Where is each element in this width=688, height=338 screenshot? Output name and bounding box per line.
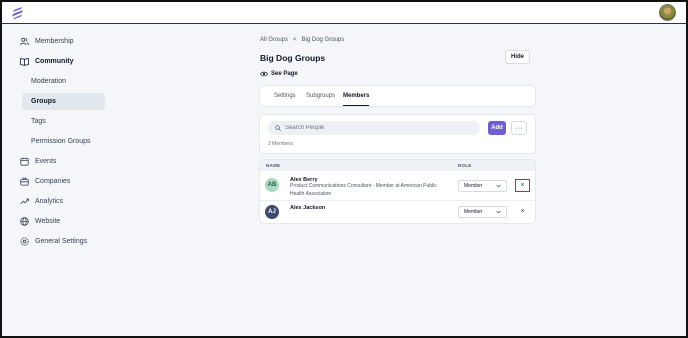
search-icon [275,125,281,131]
add-member-button[interactable]: Add [488,121,506,135]
sidebar-item-analytics[interactable]: Analytics [20,193,63,210]
sidebar-item-groups[interactable]: Groups [22,93,105,110]
remove-member-button[interactable]: × [515,205,530,218]
sidebar-item-label: Website [35,218,61,225]
tabs-bar: Settings Subgroups Members [260,86,535,106]
member-name[interactable]: Alex Jackson [290,205,325,211]
breadcrumb-current[interactable]: Big Dog Groups [302,37,345,43]
see-page-link[interactable]: See Page [260,71,298,77]
sidebar: Membership Community Moderation Groups T… [2,25,114,338]
users-icon [20,37,29,46]
table-row: AB Alex Berry Product Communications Con… [260,171,535,200]
avatar: AB [265,178,279,192]
sidebar-item-label: Companies [35,178,71,185]
top-bar [2,2,686,24]
sidebar-item-label: Moderation [31,78,67,85]
tab-subgroups[interactable]: Subgroups [306,86,335,106]
table-header: NAME ROLE [260,160,535,171]
role-select[interactable]: Member [458,180,507,192]
close-icon: × [520,182,525,189]
sidebar-item-label: Membership [35,38,74,45]
calendar-icon [20,157,29,166]
members-panel: Add ··· 2 Members [260,115,535,153]
role-value: Member [464,209,483,215]
sidebar-item-general-settings[interactable]: General Settings [20,233,87,250]
sidebar-item-label: Events [35,158,57,165]
sidebar-item-community[interactable]: Community [20,53,74,70]
sidebar-item-label: Groups [31,98,56,105]
sidebar-item-membership[interactable]: Membership [20,33,74,50]
member-description: Product Communications Consultant - Memb… [290,183,437,197]
sidebar-item-events[interactable]: Events [20,153,56,170]
app-logo-icon[interactable] [11,6,25,20]
chevron-down-icon [496,184,501,188]
column-header-name: NAME [266,163,281,168]
sidebar-item-label: General Settings [35,238,88,245]
chevron-down-icon [496,210,501,214]
tab-settings[interactable]: Settings [274,86,296,106]
breadcrumb-separator: < [293,37,297,43]
breadcrumb: All Groups < Big Dog Groups [260,37,344,43]
tab-members[interactable]: Members [343,86,370,106]
sidebar-item-label: Permission Groups [31,138,91,145]
sidebar-item-tags[interactable]: Tags [22,113,105,130]
more-options-button[interactable]: ··· [511,121,527,135]
app-frame: Membership Community Moderation Groups T… [0,0,688,338]
sidebar-item-companies[interactable]: Companies [20,173,70,190]
user-avatar[interactable] [659,4,676,21]
hide-button[interactable]: Hide [505,50,530,64]
table-row: AJ Alex Jackson Member × [260,200,535,223]
member-count: 2 Members [268,141,294,147]
sidebar-item-website[interactable]: Website [20,213,60,230]
role-select[interactable]: Member [458,206,507,218]
book-icon [20,57,29,66]
eye-icon [260,71,268,77]
close-icon: × [520,208,525,215]
sidebar-item-moderation[interactable]: Moderation [22,73,105,90]
breadcrumb-link-all-groups[interactable]: All Groups [260,37,288,43]
globe-icon [20,217,29,226]
briefcase-icon [20,177,29,186]
remove-member-button[interactable]: × [515,179,530,192]
trend-chart-icon [20,197,29,206]
page-title: Big Dog Groups [260,53,326,63]
avatar: AJ [265,205,279,219]
search-input[interactable] [285,125,465,131]
column-header-role: ROLE [458,163,472,168]
search-field[interactable] [268,121,480,135]
members-table: NAME ROLE AB Alex Berry Product Communic… [260,160,535,223]
see-page-label: See Page [271,71,298,77]
sidebar-item-permission-groups[interactable]: Permission Groups [22,133,105,150]
gear-icon [20,237,29,246]
sidebar-item-label: Analytics [35,198,64,205]
sidebar-item-label: Community [35,58,74,65]
role-value: Member [464,183,483,189]
sidebar-item-label: Tags [31,118,46,125]
